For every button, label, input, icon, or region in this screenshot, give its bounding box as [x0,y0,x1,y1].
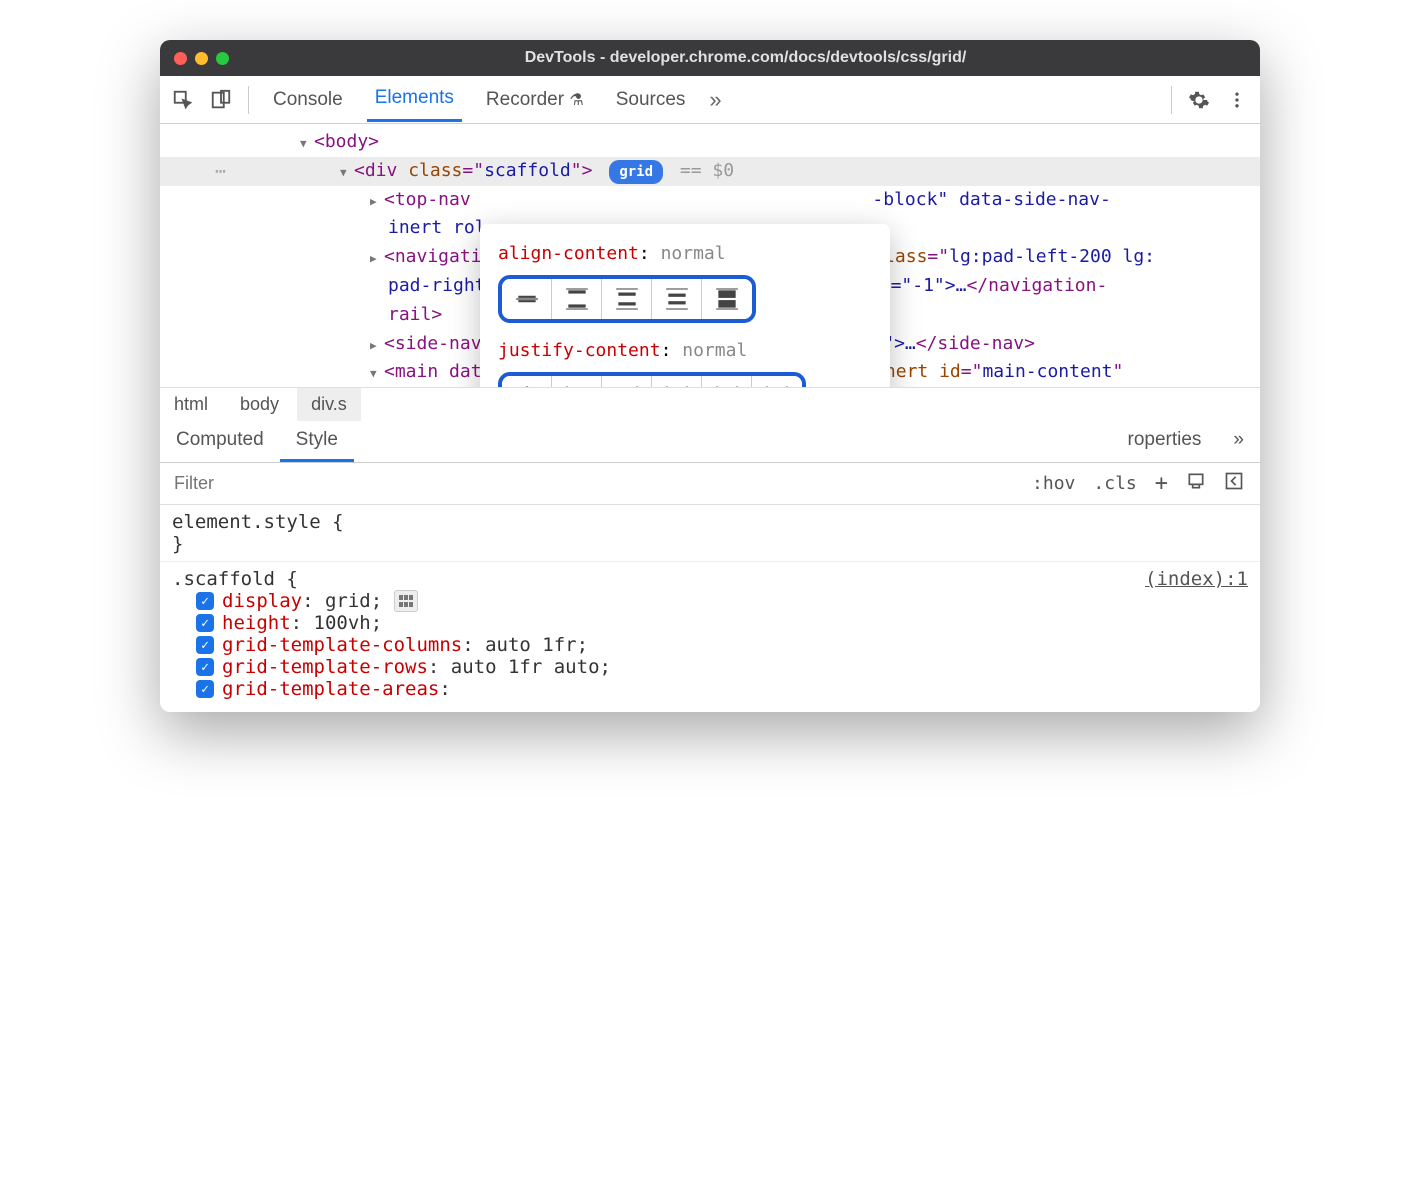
tab-sources[interactable]: Sources [608,79,694,121]
crumb-div-scaffold[interactable]: div.s [297,388,361,421]
dom-node-body[interactable]: <body> [160,128,1260,157]
justify-content-center[interactable] [502,376,552,388]
subtab-styles[interactable]: Style [280,421,354,462]
tab-elements[interactable]: Elements [367,77,462,122]
checkbox-icon[interactable] [196,680,214,698]
dom-node-scaffold[interactable]: <div class="scaffold"> grid == $0 [160,157,1260,186]
justify-content-space-between[interactable] [652,376,702,388]
justify-content-start[interactable] [552,376,602,388]
computed-toggle-icon[interactable] [1224,471,1244,496]
justify-content-options [498,372,806,388]
crumb-html[interactable]: html [160,388,222,421]
device-print-icon[interactable] [1186,471,1206,496]
checkbox-icon[interactable] [196,636,214,654]
align-content-stretch[interactable] [702,279,752,319]
align-content-center[interactable] [502,279,552,319]
element-style-rule: element.style { } [172,511,1248,555]
align-content-label: align-content [498,243,639,264]
selector-scaffold[interactable]: .scaffold { [172,568,298,590]
tabs-overflow-icon[interactable]: » [709,87,721,113]
flask-icon: ⚗ [569,92,583,109]
gutter-ellipsis-icon[interactable]: ⋯ [215,158,228,187]
hov-button[interactable]: :hov [1032,473,1075,494]
grid-editor-popover: align-content: normal justify-content: n… [480,224,890,387]
minimize-icon[interactable] [195,52,208,65]
decl-grid-template-columns[interactable]: grid-template-columns: auto 1fr; [172,634,1248,656]
checkbox-icon[interactable] [196,592,214,610]
traffic-lights [174,52,229,65]
gear-icon[interactable] [1188,89,1210,111]
crumb-body[interactable]: body [226,388,293,421]
window-title: DevTools - developer.chrome.com/docs/dev… [245,49,1246,67]
zoom-icon[interactable] [216,52,229,65]
kebab-icon[interactable] [1226,89,1248,111]
titlebar: DevTools - developer.chrome.com/docs/dev… [160,40,1260,76]
filter-bar: :hov .cls + [160,463,1260,505]
justify-content-end[interactable] [602,376,652,388]
tab-recorder-label: Recorder [486,89,564,110]
filter-input[interactable] [160,465,1032,502]
checkbox-icon[interactable] [196,614,214,632]
justify-content-space-around[interactable] [702,376,752,388]
inspect-icon[interactable] [172,89,194,111]
dollar-zero: == $0 [680,160,734,181]
source-link[interactable]: (index):1 [1145,568,1248,590]
dom-node-topnav[interactable]: <top-nav -block" data-side-nav- [160,186,1260,215]
dom-tree[interactable]: ⋯ <body> <div class="scaffold"> grid == … [160,124,1260,387]
subtabs-overflow-icon[interactable]: » [1217,421,1260,462]
cls-button[interactable]: .cls [1093,473,1136,494]
new-rule-icon[interactable]: + [1155,471,1168,496]
close-icon[interactable] [174,52,187,65]
subtab-properties[interactable]: roperties [1112,421,1218,462]
justify-content-label: justify-content [498,340,661,361]
align-content-space-around[interactable] [602,279,652,319]
align-content-options [498,275,756,323]
tab-console[interactable]: Console [265,79,351,121]
decl-display[interactable]: display: grid; [172,590,1248,612]
styles-panel[interactable]: element.style { } .scaffold { (index):1 … [160,505,1260,712]
justify-content-space-evenly[interactable] [752,376,802,388]
decl-height[interactable]: height: 100vh; [172,612,1248,634]
grid-badge[interactable]: grid [609,160,663,184]
styles-subtabs: Computed Style roperties » [160,421,1260,463]
align-content-space-between[interactable] [552,279,602,319]
grid-editor-icon[interactable] [394,590,418,612]
checkbox-icon[interactable] [196,658,214,676]
decl-grid-template-rows[interactable]: grid-template-rows: auto 1fr auto; [172,656,1248,678]
align-content-space-evenly[interactable] [652,279,702,319]
tab-recorder[interactable]: Recorder ⚗ [478,79,592,121]
breadcrumb: html body div.s [160,387,1260,421]
subtab-computed[interactable]: Computed [160,421,280,462]
devtools-window: DevTools - developer.chrome.com/docs/dev… [160,40,1260,712]
device-toggle-icon[interactable] [210,89,232,111]
decl-grid-template-areas[interactable]: grid-template-areas: [172,678,1248,700]
main-toolbar: Console Elements Recorder ⚗ Sources » [160,76,1260,124]
